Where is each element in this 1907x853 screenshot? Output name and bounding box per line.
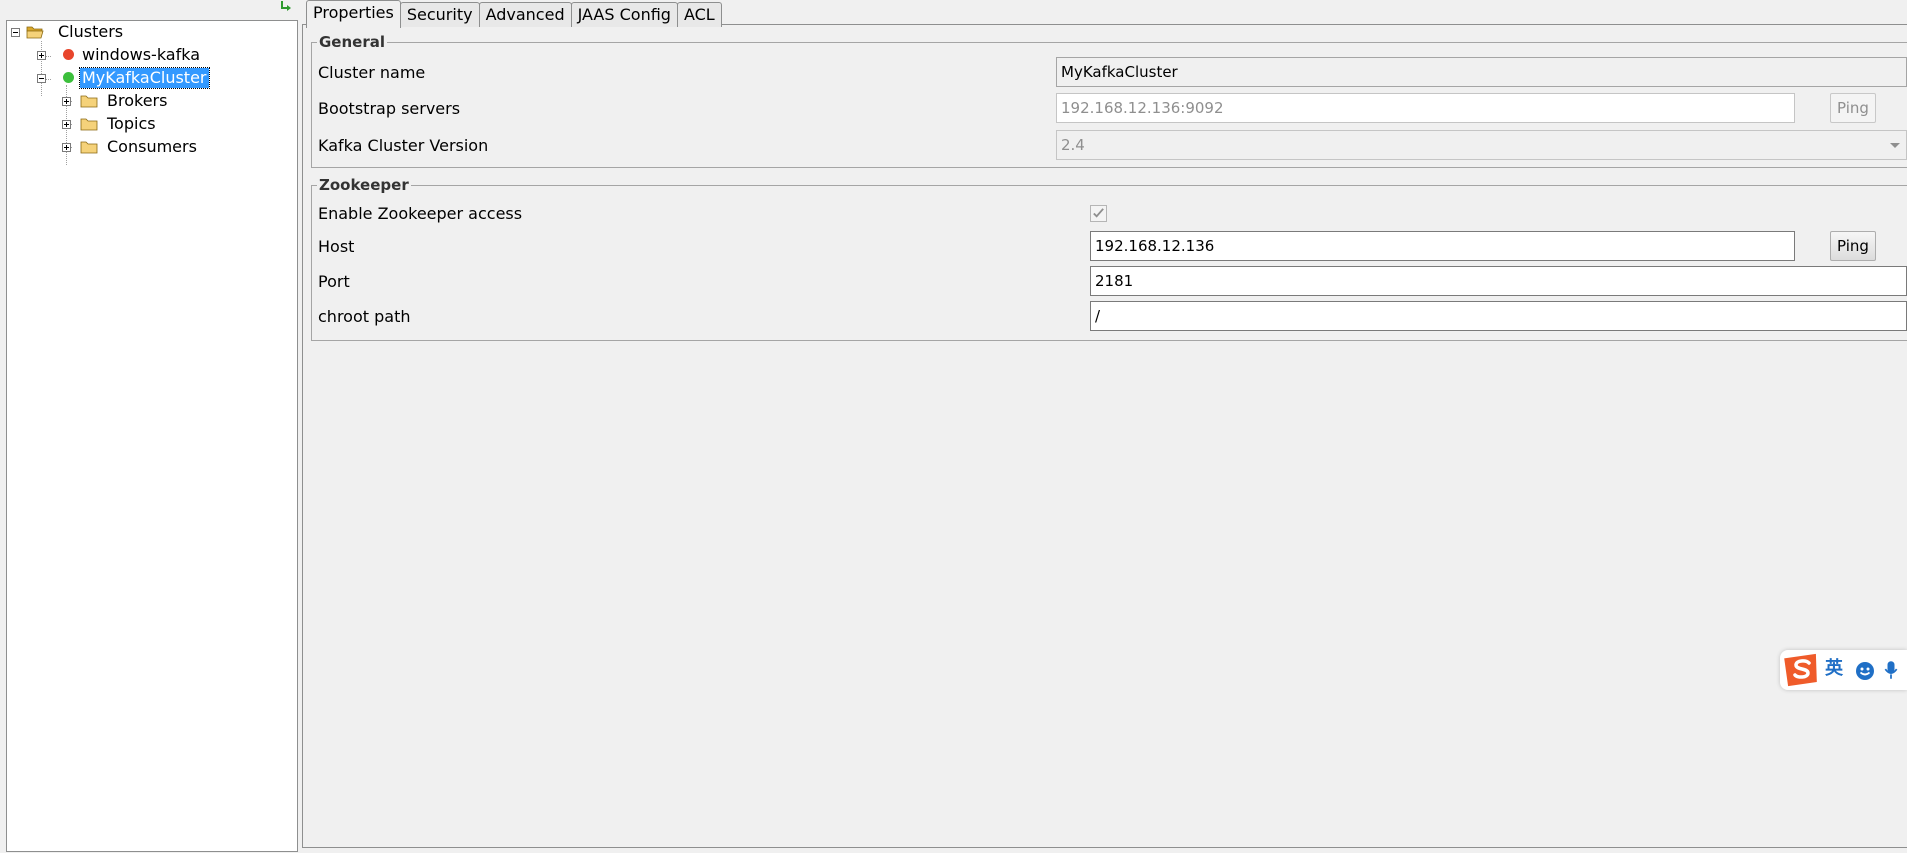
collapse-icon[interactable] [11,28,20,37]
tab-acl[interactable]: ACL [676,2,722,27]
zookeeper-port-label: Port [318,272,350,291]
enable-zookeeper-checkbox[interactable] [1090,205,1107,222]
expand-icon[interactable] [37,51,46,60]
folder-icon [80,141,98,154]
expand-icon[interactable] [62,120,71,129]
tree-label-windows-kafka: windows-kafka [82,45,201,64]
microphone-icon[interactable] [1884,660,1898,680]
kafka-version-select[interactable]: 2.4 [1056,130,1907,160]
expand-icon[interactable] [62,143,71,152]
tree-label-consumers: Consumers [107,137,197,156]
sogou-logo-icon [1784,653,1817,687]
checkmark-icon [1093,208,1104,218]
status-connected-icon [63,72,74,83]
tree-item-consumers[interactable]: Consumers [7,136,287,158]
chevron-down-icon [1890,143,1900,148]
folder-icon [80,118,98,131]
bootstrap-servers-field[interactable]: 192.168.12.136:9092 [1056,93,1795,123]
kafka-version-value: 2.4 [1061,136,1085,154]
ime-toolbar[interactable]: 英 [1780,650,1907,690]
cluster-tree[interactable]: Clusters windows-kafka MyKafkaCluster Br… [6,20,298,852]
refresh-icon[interactable] [278,0,294,14]
tab-bar: Properties Security Advanced JAAS Config… [306,0,722,28]
bootstrap-servers-label: Bootstrap servers [318,99,461,118]
folder-icon [80,95,98,108]
open-folder-icon [26,26,44,39]
general-group-title: General [317,33,387,51]
emoji-icon[interactable] [1855,661,1875,681]
zookeeper-host-label: Host [318,237,355,256]
tree-label-clusters: Clusters [58,22,124,41]
kafka-version-label: Kafka Cluster Version [318,136,489,155]
chroot-path-input[interactable]: / [1090,301,1907,331]
tab-jaas-config[interactable]: JAAS Config [570,2,678,27]
tree-item-brokers[interactable]: Brokers [7,90,287,112]
tab-security[interactable]: Security [399,2,480,27]
ime-language-label[interactable]: 英 [1825,659,1843,679]
zookeeper-group-title: Zookeeper [317,176,411,194]
enable-zookeeper-label: Enable Zookeeper access [318,204,523,223]
tree-item-mykafkacluster[interactable]: MyKafkaCluster [7,67,287,89]
tree-item-clusters[interactable]: Clusters [7,21,287,43]
expand-icon[interactable] [62,97,71,106]
zookeeper-ping-button[interactable]: Ping [1830,231,1876,261]
zookeeper-host-input[interactable]: 192.168.12.136 [1090,231,1795,261]
bootstrap-ping-button[interactable]: Ping [1830,93,1876,123]
tree-label-mykafkacluster: MyKafkaCluster [79,67,210,89]
cluster-name-field[interactable]: MyKafkaCluster [1056,57,1907,87]
tree-item-topics[interactable]: Topics [7,113,287,135]
tree-label-topics: Topics [107,114,156,133]
tree-label-brokers: Brokers [107,91,168,110]
cluster-name-label: Cluster name [318,63,426,82]
zookeeper-port-input[interactable]: 2181 [1090,266,1907,296]
tab-advanced[interactable]: Advanced [478,2,572,27]
tab-properties[interactable]: Properties [306,0,401,28]
collapse-icon[interactable] [37,74,46,83]
chroot-path-label: chroot path [318,307,411,326]
status-disconnected-icon [63,49,74,60]
tree-item-windows-kafka[interactable]: windows-kafka [7,44,287,66]
